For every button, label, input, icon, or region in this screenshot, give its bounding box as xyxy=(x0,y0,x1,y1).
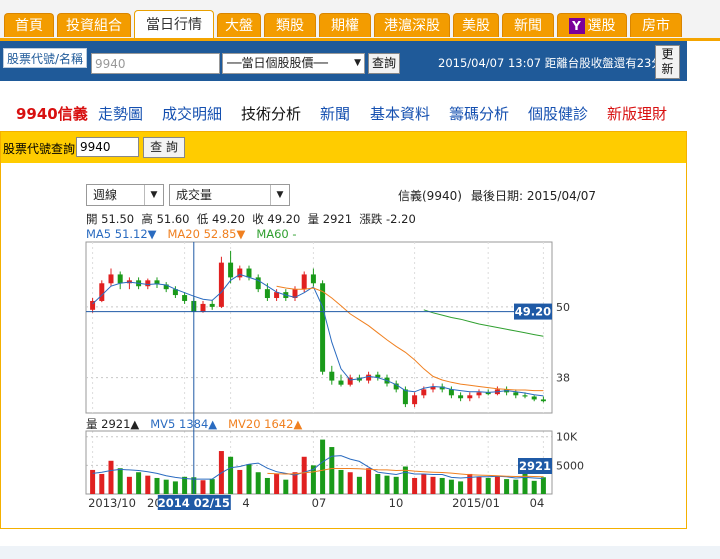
candle-body xyxy=(264,289,270,299)
volume-bar xyxy=(264,477,270,494)
mv5-legend: MV5 1384▲ xyxy=(150,417,218,431)
mv20-legend: MV20 1642▲ xyxy=(228,417,303,431)
volume-bar xyxy=(329,447,335,494)
volume-bar xyxy=(99,473,105,494)
volume-bar xyxy=(182,476,188,494)
volume-legend: 量 2921▲ MV5 1384▲ MV20 1642▲ xyxy=(86,416,302,432)
candle-body xyxy=(246,268,252,278)
candle-body xyxy=(255,277,261,290)
volume-bar xyxy=(163,479,169,494)
volume-bar xyxy=(237,469,243,494)
x-tick-label: 10 xyxy=(389,496,404,510)
candle-body xyxy=(421,389,427,396)
volume-bar xyxy=(246,464,252,494)
volume-bar xyxy=(494,475,500,494)
vol-legend: 量 2921▲ xyxy=(86,417,140,431)
volume-tick-label: 10K xyxy=(556,431,578,444)
volume-bar xyxy=(448,479,454,494)
volume-bar xyxy=(126,476,132,494)
candle-body xyxy=(522,395,528,397)
candle-body xyxy=(329,371,335,381)
candle-body xyxy=(458,395,464,399)
candle-body xyxy=(228,262,234,278)
candle-body xyxy=(301,274,307,290)
volume-bar xyxy=(347,472,353,494)
volume-bar xyxy=(200,480,206,494)
candle-body xyxy=(402,389,408,405)
volume-bar xyxy=(274,473,280,494)
x-tick-label: 04 xyxy=(530,496,545,510)
candle-body xyxy=(145,280,151,287)
volume-bar xyxy=(366,468,372,494)
volume-bar xyxy=(430,476,436,494)
price-marks xyxy=(90,250,546,408)
volume-bar xyxy=(145,475,151,494)
volume-bar xyxy=(356,476,362,494)
x-tick-label: 2013/10 xyxy=(88,496,136,510)
volume-bar xyxy=(255,472,261,494)
volume-bar xyxy=(421,473,427,494)
x-tick-label: 07 xyxy=(312,496,327,510)
volume-bar xyxy=(320,439,326,494)
candle-body xyxy=(209,303,215,307)
volume-marks xyxy=(90,439,546,494)
cursor-volume-label: 2921 xyxy=(519,459,551,473)
volume-bar xyxy=(439,477,445,494)
volume-bar xyxy=(375,473,381,494)
candle-body xyxy=(108,274,114,284)
price-volume-chart[interactable]: 503810K50002013/10201407102015/0104 49.2… xyxy=(0,0,720,559)
volume-bar xyxy=(540,477,546,494)
candle-body xyxy=(338,380,344,385)
cursor-date-label: 2014 02/15 xyxy=(158,496,230,510)
volume-bar xyxy=(485,477,491,494)
volume-bar xyxy=(476,476,482,494)
cursor-price-label: 49.20 xyxy=(515,305,551,319)
volume-bar xyxy=(108,460,114,494)
axis-labels: 503810K50002013/10201407102015/0104 xyxy=(88,301,584,510)
candle-body xyxy=(182,295,188,301)
volume-bar xyxy=(172,481,178,494)
candle-body xyxy=(412,395,418,405)
volume-bar xyxy=(228,456,234,494)
volume-tick-label: 5000 xyxy=(556,459,584,472)
ma-line-ma20 xyxy=(276,285,544,392)
candle-body xyxy=(448,389,454,396)
mv5-line xyxy=(92,455,544,480)
candle-body xyxy=(347,377,353,385)
volume-bar xyxy=(504,479,510,494)
candle-body xyxy=(513,392,519,396)
price-tick-label: 50 xyxy=(556,301,570,314)
volume-bar xyxy=(154,477,160,494)
volume-bar xyxy=(458,481,464,494)
page-footer xyxy=(0,546,720,559)
volume-bar xyxy=(117,468,123,494)
volume-bar xyxy=(384,475,390,494)
volume-bar xyxy=(209,479,215,494)
volume-bar xyxy=(393,476,399,494)
volume-bar xyxy=(338,469,344,494)
volume-bar xyxy=(531,480,537,494)
price-gridlines xyxy=(86,242,552,494)
candle-body xyxy=(540,399,546,402)
volume-bar xyxy=(136,472,142,494)
candle-body xyxy=(467,395,473,399)
candle-body xyxy=(117,274,123,284)
candle-body xyxy=(366,374,372,381)
price-tick-label: 38 xyxy=(556,372,570,385)
volume-bar xyxy=(283,479,289,494)
volume-bar xyxy=(513,479,519,494)
candle-body xyxy=(99,283,105,301)
volume-bar xyxy=(412,477,418,494)
candle-body xyxy=(320,283,326,372)
x-tick-label: 4 xyxy=(242,496,249,510)
candle-body xyxy=(218,262,224,307)
candle-body xyxy=(531,396,537,400)
x-tick-label: 2015/01 xyxy=(452,496,500,510)
volume-bar xyxy=(301,456,307,494)
candle-body xyxy=(200,303,206,312)
candle-body xyxy=(310,274,316,284)
candle-body xyxy=(476,392,482,396)
